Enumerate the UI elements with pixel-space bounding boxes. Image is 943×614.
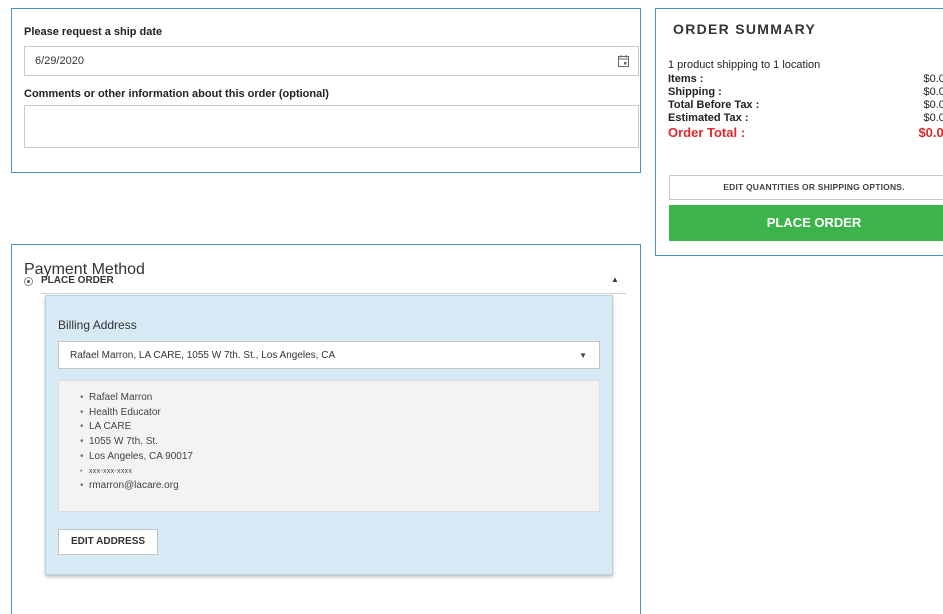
ship-date-label: Please request a ship date bbox=[24, 26, 163, 38]
summary-row-total-before-tax: Total Before Tax : $0.00 bbox=[668, 99, 943, 111]
address-lines-list: Rafael Marron Health Educator LA CARE 10… bbox=[80, 391, 193, 494]
edit-quantities-button[interactable]: EDIT QUANTITIES OR SHIPPING OPTIONS. bbox=[669, 175, 943, 200]
ship-date-value: 6/29/2020 bbox=[35, 55, 84, 67]
summary-row-label: Estimated Tax : bbox=[668, 112, 749, 124]
chevron-down-icon: ▼ bbox=[579, 351, 587, 360]
payment-option-radio[interactable] bbox=[24, 277, 33, 286]
place-order-button[interactable]: PLACE ORDER bbox=[669, 205, 943, 241]
payment-method-panel: Payment Method PLACE ORDER ▲ Billing Add… bbox=[11, 244, 641, 614]
edit-address-button[interactable]: EDIT ADDRESS bbox=[58, 529, 158, 555]
summary-row-amount: $0.00 bbox=[923, 86, 943, 98]
order-summary-title: ORDER SUMMARY bbox=[673, 21, 817, 37]
summary-row-label: Shipping : bbox=[668, 86, 722, 98]
selected-address-value: Rafael Marron, LA CARE, 1055 W 7th. St.,… bbox=[70, 350, 336, 361]
summary-row-order-total: Order Total : $0.00 bbox=[668, 125, 943, 140]
option-divider bbox=[41, 293, 626, 294]
shipping-count-text: 1 product shipping to 1 location bbox=[668, 59, 821, 71]
summary-row-amount: $0.00 bbox=[923, 112, 943, 124]
summary-row-estimated-tax: Estimated Tax : $0.00 bbox=[668, 112, 943, 124]
address-details-card: Rafael Marron Health Educator LA CARE 10… bbox=[58, 380, 600, 512]
address-line-city: Los Angeles, CA 90017 bbox=[80, 450, 193, 465]
collapse-arrow-icon[interactable]: ▲ bbox=[611, 275, 619, 284]
summary-row-label: Total Before Tax : bbox=[668, 99, 760, 111]
payment-option-label[interactable]: PLACE ORDER bbox=[41, 275, 114, 286]
billing-address-section: Billing Address Rafael Marron, LA CARE, … bbox=[45, 295, 613, 575]
billing-address-select[interactable]: Rafael Marron, LA CARE, 1055 W 7th. St.,… bbox=[58, 341, 600, 369]
address-line-phone: xxx-xxx-xxxx bbox=[80, 465, 193, 480]
address-line-name: Rafael Marron bbox=[80, 391, 193, 406]
address-line-street: 1055 W 7th. St. bbox=[80, 435, 193, 450]
comments-label: Comments or other information about this… bbox=[24, 88, 329, 100]
summary-row-items: Items : $0.00 bbox=[668, 73, 943, 85]
summary-row-amount: $0.00 bbox=[923, 99, 943, 111]
billing-address-title: Billing Address bbox=[58, 318, 137, 332]
address-line-company: LA CARE bbox=[80, 420, 193, 435]
summary-row-label: Items : bbox=[668, 73, 704, 85]
summary-row-shipping: Shipping : $0.00 bbox=[668, 86, 943, 98]
comments-textarea[interactable] bbox=[24, 105, 639, 148]
summary-row-amount: $0.00 bbox=[923, 73, 943, 85]
address-line-email: rmarron@lacare.org bbox=[80, 479, 193, 494]
ship-date-panel: Please request a ship date 6/29/2020 Com… bbox=[11, 8, 641, 173]
calendar-icon[interactable] bbox=[618, 55, 629, 67]
order-summary-panel: ORDER SUMMARY 1 product shipping to 1 lo… bbox=[655, 8, 943, 256]
order-total-amount: $0.00 bbox=[918, 125, 943, 140]
ship-date-input[interactable]: 6/29/2020 bbox=[24, 46, 639, 76]
order-total-label: Order Total : bbox=[668, 125, 746, 140]
address-line-title: Health Educator bbox=[80, 406, 193, 421]
